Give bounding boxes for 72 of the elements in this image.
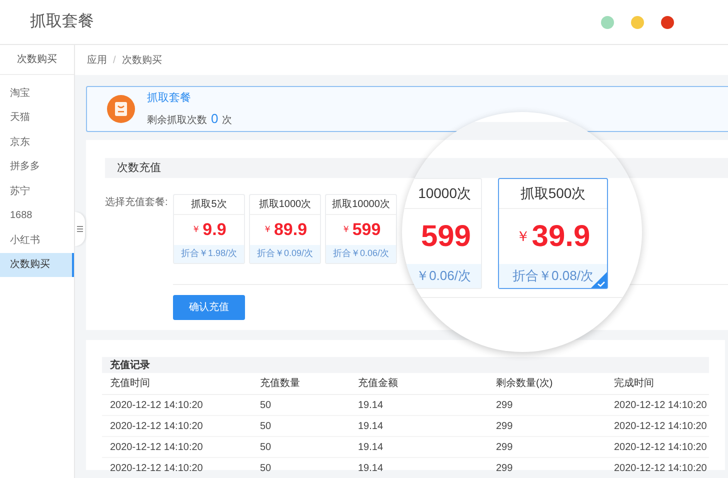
package-price: 599 xyxy=(352,219,381,242)
table-cell-text: 2020-12-12 14:10:20 xyxy=(110,440,204,454)
table-cell-text: 19.14 xyxy=(358,398,384,412)
breadcrumb-link[interactable]: 应用 xyxy=(87,52,107,68)
currency-sign: ￥ xyxy=(192,223,201,236)
package-name: 10000次 xyxy=(402,179,481,209)
table-cell-text: 2020-12-12 14:10:20 xyxy=(614,462,708,476)
unit-price: 折合￥1.98/次 xyxy=(174,245,244,263)
table-cell-text: 2020-12-12 14:10:20 xyxy=(614,398,708,412)
banner-title: 抓取套餐 xyxy=(147,91,192,106)
table-cell-text: 299 xyxy=(496,462,514,476)
table-cell-text: 50 xyxy=(260,420,272,434)
sidebar-item[interactable]: 1688 xyxy=(0,204,74,228)
table-cell-text: 50 xyxy=(260,462,272,476)
package-name: 抓取10000次 xyxy=(326,195,396,215)
table-cell-text: 2020-12-12 14:10:20 xyxy=(614,440,708,454)
table-cell-text: 2020-12-12 14:10:20 xyxy=(110,462,204,476)
package-card[interactable]: 抓取500次 ￥39.9 折合￥0.08/次 xyxy=(498,178,608,289)
unit-price: 折合￥0.08/次 xyxy=(499,264,607,288)
package-price: 9.9 xyxy=(202,219,226,242)
package-card[interactable]: 抓取5次 ￥9.9 折合￥1.98/次 xyxy=(173,194,245,264)
sidebar-item[interactable]: 淘宝 xyxy=(0,81,74,106)
table-cell-text: 2020-12-12 14:10:20 xyxy=(614,420,708,434)
selected-check-icon xyxy=(591,272,607,288)
table-cell-text: 19.14 xyxy=(358,440,384,454)
column-header: 剩余数量(次) xyxy=(496,377,554,391)
package-price: 89.9 xyxy=(274,219,308,242)
package-name: 抓取5次 xyxy=(174,195,244,215)
field-label: 选择充值套餐: xyxy=(105,196,169,210)
collapse-handle[interactable] xyxy=(75,212,85,246)
unit-label: 次 xyxy=(222,114,232,128)
table-cell-text: 2020-12-12 14:10:20 xyxy=(110,420,204,434)
remaining-label: 剩余抓取次数 xyxy=(147,114,207,128)
column-header: 充值时间 xyxy=(110,376,151,391)
table-cell-text: 19.14 xyxy=(358,420,384,434)
sidebar-item[interactable]: 拼多多 xyxy=(0,154,74,179)
remaining-count: 0 xyxy=(211,110,218,128)
package-price: 39.9 xyxy=(532,219,590,255)
table-cell-text: 299 xyxy=(496,420,514,434)
column-header: 充值金额 xyxy=(358,376,399,391)
currency-sign: ￥ xyxy=(262,223,272,236)
table-cell-text: 299 xyxy=(496,440,514,454)
sidebar-item[interactable]: 小红书 xyxy=(0,228,74,252)
menu-icon xyxy=(77,226,83,232)
sidebar-item[interactable]: 苏宁 xyxy=(0,179,74,204)
table-cell-text: 50 xyxy=(260,398,272,412)
confirm-button[interactable]: 确认充值 xyxy=(173,295,245,320)
currency-sign: ￥ xyxy=(516,227,530,246)
package-name: 抓取1000次 xyxy=(250,195,320,215)
sidebar-item[interactable]: 天猫 xyxy=(0,106,74,130)
bag-icon xyxy=(107,95,135,123)
breadcrumb-link[interactable]: 次数购买 xyxy=(122,52,162,68)
table-cell-text: 299 xyxy=(496,398,514,412)
breadcrumb-separator: / xyxy=(113,54,116,68)
package-card[interactable]: 抓取10000次 ￥599 折合￥0.06/次 xyxy=(325,194,397,264)
package-price: 599 xyxy=(420,219,471,255)
sidebar-tab[interactable]: 次数购买 xyxy=(0,45,74,75)
window-title: 抓取套餐 xyxy=(30,12,94,32)
package-name: 抓取500次 xyxy=(499,179,607,209)
column-header: 完成时间 xyxy=(614,376,655,391)
unit-price: 折合￥0.09/次 xyxy=(250,245,320,263)
column-header: 充值数量 xyxy=(260,376,301,391)
table-cell-text: 50 xyxy=(260,440,272,454)
unit-price: 折合￥0.06/次 xyxy=(326,245,396,263)
section-header: 充值记录 xyxy=(102,357,709,373)
table-cell-text: 2020-12-12 14:10:20 xyxy=(110,398,204,412)
table-cell-text: 19.14 xyxy=(358,462,384,476)
package-card[interactable]: 抓取1000次 ￥89.9 折合￥0.09/次 xyxy=(249,194,321,264)
package-card[interactable]: 10000次 599 ￥0.06/次 xyxy=(402,178,482,289)
sidebar-item[interactable]: 京东 xyxy=(0,130,74,154)
sidebar-item[interactable]: 次数购买 xyxy=(0,252,74,277)
currency-sign: ￥ xyxy=(341,223,350,236)
